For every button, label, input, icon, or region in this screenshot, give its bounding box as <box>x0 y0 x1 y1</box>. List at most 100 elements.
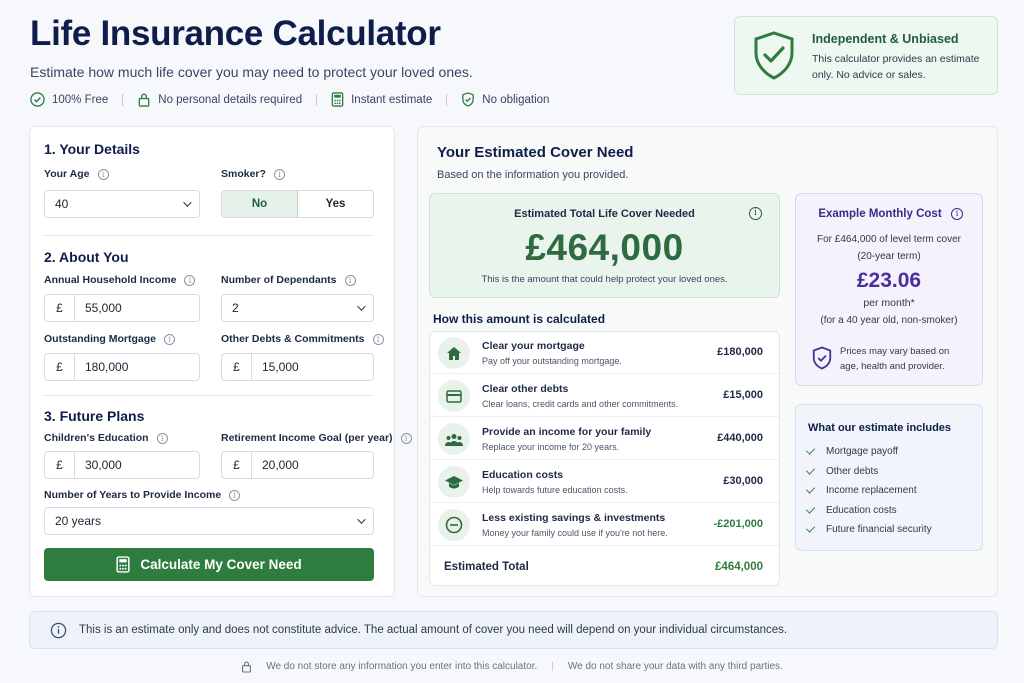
cost-who: (for a 40 year old, non-smoker) <box>820 315 958 326</box>
shield-check-icon <box>754 31 794 80</box>
how-title: How this amount is calculated <box>433 312 606 326</box>
badge-text: This calculator provides an estimate onl… <box>812 53 980 81</box>
cost-title: Example Monthly Cost <box>818 208 942 220</box>
breakdown-row: Less existing savings & investments Mone… <box>430 504 779 546</box>
check-icon <box>805 504 816 514</box>
smoker-toggle: No Yes <box>221 190 374 218</box>
info-icon[interactable]: i <box>951 208 963 220</box>
income-label: Annual Household Income i <box>44 274 196 286</box>
results-subtitle: Based on the information you provided. <box>437 169 629 181</box>
disclaimer-banner: This is an estimate only and does not co… <box>29 611 998 649</box>
lock-icon <box>242 661 252 673</box>
list-item: Mortgage payoff <box>805 442 932 462</box>
cost-line1: For £464,000 of level term cover <box>817 234 961 245</box>
credit-card-icon <box>438 380 470 412</box>
feature-no-details: No personal details required <box>137 92 302 107</box>
feature-no-obligation: No obligation <box>461 92 549 107</box>
feature-list: 100% Free No personal details required I… <box>30 92 549 107</box>
lock-icon <box>138 93 150 107</box>
breakdown-row: Provide an income for your family Replac… <box>430 418 779 460</box>
check-icon <box>805 523 816 533</box>
years-label: Number of Years to Provide Income i <box>44 489 241 501</box>
info-icon <box>50 622 67 638</box>
breakdown-row: Clear other debts Clear loans, credit ca… <box>430 375 779 417</box>
includes-title: What our estimate includes <box>808 422 952 434</box>
dependants-label: Number of Dependants i <box>221 274 356 286</box>
page-subtitle: Estimate how much life cover you may nee… <box>30 64 473 80</box>
list-item: Other debts <box>805 462 932 482</box>
retirement-label: Retirement Income Goal (per year) i <box>221 432 412 444</box>
section-future-plans: 3. Future Plans <box>44 408 145 424</box>
cost-price: £23.06 <box>856 269 922 292</box>
footer-right: We do not share your data with any third… <box>567 661 783 672</box>
dependants-select[interactable]: 2 <box>221 294 374 322</box>
badge-title: Independent & Unbiased <box>812 32 959 46</box>
education-label: Children's Education i <box>44 432 168 444</box>
shield-check-icon <box>812 346 832 370</box>
list-item: Education costs <box>805 501 932 521</box>
includes-list: Mortgage payoff Other debts Income repla… <box>805 442 932 540</box>
minus-circle-icon <box>438 509 470 541</box>
breakdown-list: Clear your mortgage Pay off your outstan… <box>429 331 780 586</box>
info-icon[interactable]: i <box>229 489 241 501</box>
home-icon <box>438 337 470 369</box>
smoker-no-button[interactable]: No <box>222 191 298 217</box>
info-icon[interactable]: i <box>156 432 168 444</box>
info-icon[interactable]: i <box>344 274 356 286</box>
mortgage-input[interactable]: £180,000 <box>44 353 200 381</box>
breakdown-row: Education costs Help towards future educ… <box>430 461 779 503</box>
divider <box>44 235 374 236</box>
check-circle-icon <box>30 92 45 107</box>
cost-note: Prices may vary based on age, health and… <box>840 346 950 372</box>
shield-check-icon <box>462 92 475 107</box>
info-icon[interactable]: i <box>749 207 762 220</box>
feature-instant: Instant estimate <box>331 92 432 107</box>
cost-line2: (20-year term) <box>857 251 921 262</box>
chevron-down-icon <box>357 302 366 311</box>
total-label: Estimated Total Life Cover Needed <box>514 208 695 220</box>
graduation-cap-icon <box>438 466 470 498</box>
calculator-icon <box>331 92 344 107</box>
footer-left: We do not store any information you ente… <box>266 661 538 672</box>
income-input[interactable]: £55,000 <box>44 294 200 322</box>
divider <box>44 395 374 396</box>
info-icon[interactable]: i <box>164 333 175 345</box>
total-note: This is the amount that could help prote… <box>481 274 728 285</box>
age-label: Your Age i <box>44 168 109 180</box>
smoker-label: Smoker? i <box>221 168 285 180</box>
smoker-yes-button[interactable]: Yes <box>298 191 373 217</box>
section-about-you: 2. About You <box>44 249 129 265</box>
breakdown-row: Clear your mortgage Pay off your outstan… <box>430 332 779 374</box>
education-input[interactable]: £30,000 <box>44 451 200 479</box>
family-icon <box>438 423 470 455</box>
results-title: Your Estimated Cover Need <box>437 144 634 161</box>
check-icon <box>805 465 816 475</box>
page-title: Life Insurance Calculator <box>30 14 441 53</box>
chevron-down-icon <box>357 515 366 524</box>
info-icon[interactable]: i <box>400 432 412 444</box>
mortgage-label: Outstanding Mortgage i <box>44 333 175 345</box>
debts-label: Other Debts & Commitments i <box>221 333 384 345</box>
info-icon[interactable]: i <box>184 274 196 286</box>
info-icon[interactable]: i <box>97 168 109 180</box>
estimated-total-label: Estimated Total <box>444 561 529 573</box>
cost-per: per month* <box>863 297 915 309</box>
total-value: £464,000 <box>525 227 684 268</box>
list-item: Future financial security <box>805 520 932 540</box>
estimated-total-value: £464,000 <box>715 561 763 573</box>
retirement-input[interactable]: £20,000 <box>221 451 374 479</box>
calculator-icon <box>116 556 130 573</box>
years-select[interactable]: 20 years <box>44 507 374 535</box>
chevron-down-icon <box>183 198 192 207</box>
info-icon[interactable]: i <box>372 333 384 345</box>
feature-free: 100% Free <box>30 92 108 107</box>
list-item: Income replacement <box>805 481 932 501</box>
calculate-button[interactable]: Calculate My Cover Need <box>44 548 374 581</box>
footer-separator: | <box>551 661 554 672</box>
check-icon <box>805 484 816 494</box>
section-your-details: 1. Your Details <box>44 141 140 157</box>
footer: We do not store any information you ente… <box>0 660 1024 673</box>
debts-input[interactable]: £15,000 <box>221 353 374 381</box>
info-icon[interactable]: i <box>273 168 285 180</box>
age-select[interactable]: 40 <box>44 190 200 218</box>
